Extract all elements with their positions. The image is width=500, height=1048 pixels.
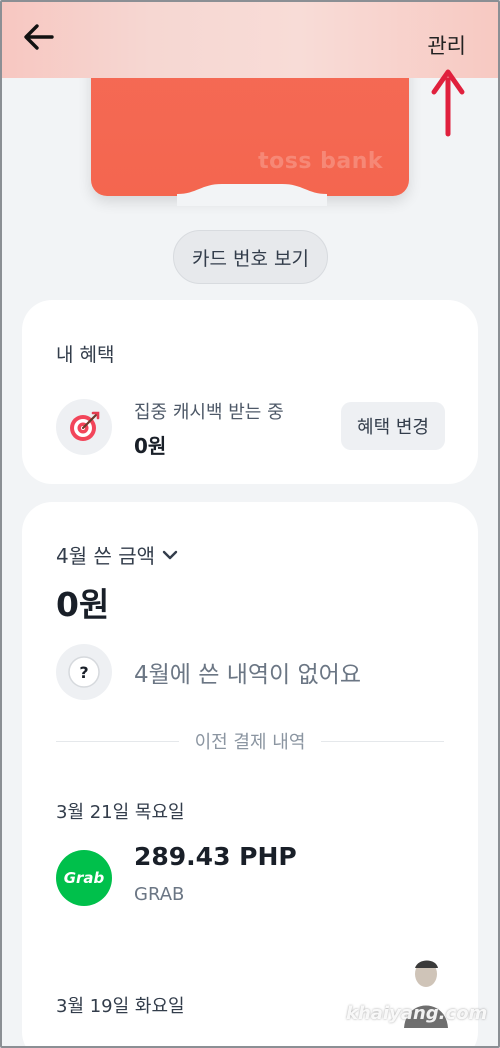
view-card-number-button[interactable]: 카드 번호 보기 (173, 230, 328, 284)
benefit-status: 집중 캐시백 받는 중 (134, 402, 284, 423)
previous-history-label: 이전 결제 내역 (194, 732, 306, 753)
watermark: khaiyang.com (340, 958, 487, 1038)
card-notch (177, 184, 327, 206)
grab-logo-icon: Grab (56, 850, 112, 906)
question-icon: ? (56, 644, 112, 700)
empty-message: 4월에 쓴 내역이 없어요 (134, 662, 362, 688)
previous-history-divider: 이전 결제 내역 (56, 726, 444, 756)
benefits-title: 내 혜택 (56, 344, 115, 366)
top-bar: 관리 (2, 2, 498, 78)
benefit-amount: 0원 (134, 434, 167, 458)
date-heading: 3월 19일 화요일 (56, 996, 185, 1017)
month-label: 4월 쓴 금액 (56, 544, 156, 568)
chevron-down-icon (162, 550, 178, 559)
transaction-row[interactable]: Grab 289.43 PHP GRAB (56, 842, 444, 932)
target-dart-icon (56, 399, 112, 455)
benefits-panel: 내 혜택 집중 캐시백 받는 중 0원 혜택 변경 (22, 300, 478, 484)
card-brand-text: toss bank (258, 149, 383, 174)
manage-button[interactable]: 관리 (427, 30, 466, 60)
arrow-left-icon (24, 24, 54, 50)
annotation-arrow-icon (431, 69, 465, 137)
divider-line (321, 740, 444, 742)
month-selector[interactable]: 4월 쓴 금액 (56, 540, 179, 569)
transaction-merchant: GRAB (134, 884, 185, 905)
transaction-amount: 289.43 PHP (134, 842, 297, 871)
svg-text:?: ? (79, 663, 88, 682)
date-heading: 3월 21일 목요일 (56, 802, 185, 823)
change-benefit-button[interactable]: 혜택 변경 (341, 402, 445, 450)
back-button[interactable] (22, 22, 62, 58)
divider-line (56, 740, 179, 742)
month-total: 0원 (56, 585, 110, 624)
watermark-text: khaiyang.com (346, 1003, 488, 1024)
